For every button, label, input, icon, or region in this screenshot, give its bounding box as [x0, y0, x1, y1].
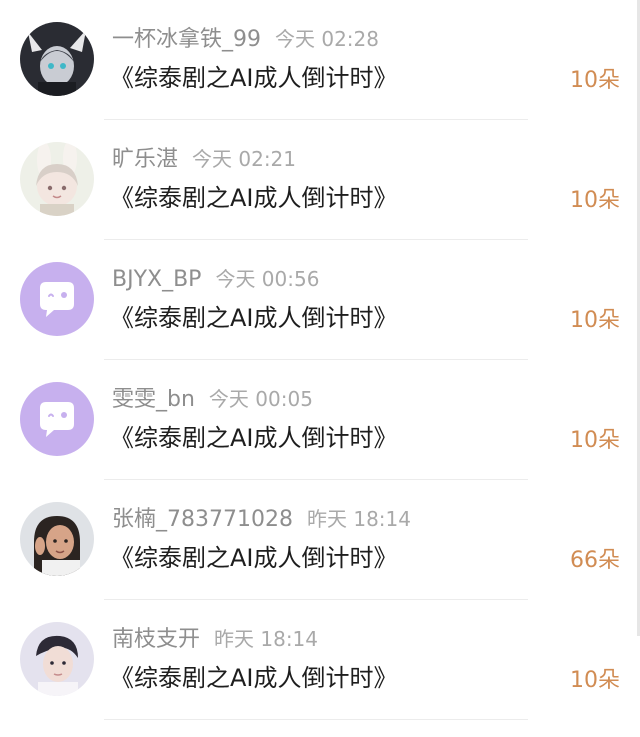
timestamp: 今天 00:05 — [208, 387, 313, 411]
list-item[interactable]: BJYX_BP 今天 00:56 《综泰剧之AI成人倒计时》 10朵 — [0, 240, 640, 360]
gift-amount: 10朵 — [570, 308, 620, 333]
avatar[interactable] — [20, 142, 94, 216]
username[interactable]: 一杯冰拿铁_99 — [112, 27, 261, 52]
gift-record-list: 一杯冰拿铁_99 今天 02:28 《综泰剧之AI成人倒计时》 10朵 旷乐湛 今天… — [0, 0, 640, 737]
timestamp: 今天 00:56 — [215, 267, 320, 291]
girl-photo-avatar-icon — [20, 502, 94, 576]
timestamp: 昨天 18:14 — [214, 627, 319, 651]
timestamp: 昨天 18:14 — [306, 507, 411, 531]
dark-dragon-avatar-icon — [20, 22, 94, 96]
timestamp: 今天 02:28 — [275, 27, 379, 51]
message-text: 《综泰剧之AI成人倒计时》 — [110, 184, 398, 212]
list-item[interactable]: 旷乐湛 今天 02:21 《综泰剧之AI成人倒计时》 10朵 — [0, 120, 640, 240]
message-text: 《综泰剧之AI成人倒计时》 — [110, 304, 398, 332]
gift-amount: 10朵 — [570, 68, 620, 93]
list-item[interactable]: 雯雯_bn 今天 00:05 《综泰剧之AI成人倒计时》 10朵 — [0, 360, 640, 480]
divider — [104, 719, 528, 720]
avatar[interactable] — [20, 22, 94, 96]
gift-amount: 10朵 — [570, 188, 620, 213]
gift-amount: 66朵 — [570, 548, 620, 573]
gift-amount: 10朵 — [570, 428, 620, 453]
boy-portrait-avatar-icon — [20, 622, 94, 696]
username[interactable]: 雯雯_bn — [112, 387, 195, 412]
avatar[interactable] — [20, 502, 94, 576]
gift-amount: 10朵 — [570, 668, 620, 693]
list-item[interactable]: 一杯冰拿铁_99 今天 02:28 《综泰剧之AI成人倒计时》 10朵 — [0, 0, 640, 120]
message-text: 《综泰剧之AI成人倒计时》 — [110, 664, 398, 692]
message-text: 《综泰剧之AI成人倒计时》 — [110, 544, 398, 572]
list-item[interactable]: 南枝支开 昨天 18:14 《综泰剧之AI成人倒计时》 10朵 — [0, 600, 640, 720]
list-item[interactable]: 张楠_783771028 昨天 18:14 《综泰剧之AI成人倒计时》 66朵 — [0, 480, 640, 600]
bunny-girl-avatar-icon — [20, 142, 94, 216]
message-text: 《综泰剧之AI成人倒计时》 — [110, 424, 398, 452]
message-text: 《综泰剧之AI成人倒计时》 — [110, 64, 398, 92]
timestamp: 今天 02:21 — [192, 147, 297, 171]
avatar[interactable] — [20, 622, 94, 696]
avatar[interactable] — [20, 382, 94, 456]
username[interactable]: BJYX_BP — [112, 267, 201, 292]
avatar[interactable] — [20, 262, 94, 336]
username[interactable]: 南枝支开 — [112, 627, 200, 652]
username[interactable]: 旷乐湛 — [112, 147, 178, 172]
default-chat-avatar-icon — [20, 262, 94, 336]
username[interactable]: 张楠_783771028 — [112, 507, 293, 532]
default-chat-avatar-icon — [20, 382, 94, 456]
